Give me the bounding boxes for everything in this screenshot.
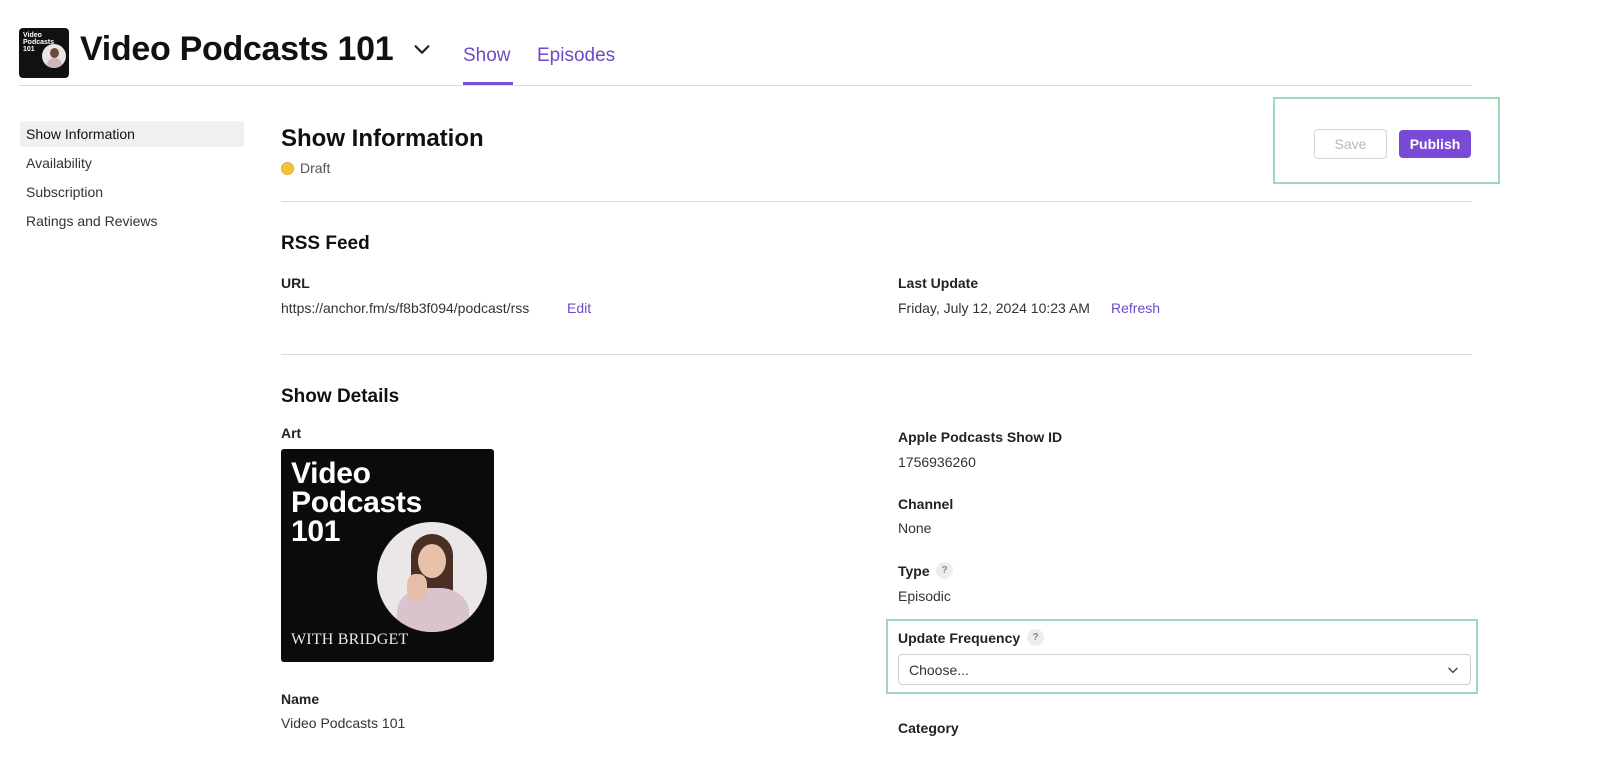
- page-title: Show Information: [281, 125, 484, 152]
- name-label: Name: [281, 691, 320, 707]
- refresh-link[interactable]: Refresh: [1111, 300, 1160, 316]
- category-label: Category: [898, 720, 959, 736]
- update-frequency-select[interactable]: Choose...: [898, 654, 1471, 685]
- edit-url-link[interactable]: Edit: [567, 300, 591, 316]
- sidebar-item-availability[interactable]: Availability: [20, 150, 244, 179]
- chevron-down-icon[interactable]: [411, 38, 433, 60]
- update-frequency-value: Choose...: [909, 661, 969, 678]
- update-frequency-label: Update Frequency: [898, 630, 1021, 646]
- section-divider: [281, 354, 1472, 355]
- sidebar-item-ratings-and-reviews[interactable]: Ratings and Reviews: [20, 208, 244, 237]
- section-divider: [281, 201, 1472, 202]
- chevron-down-icon: [1448, 667, 1458, 673]
- type-label: Type: [898, 563, 930, 579]
- tab-show[interactable]: Show: [463, 45, 511, 67]
- url-value: https://anchor.fm/s/f8b3f094/podcast/rss: [281, 300, 530, 316]
- show-logo: Video Podcasts 101: [19, 28, 69, 78]
- type-value: Episodic: [898, 588, 951, 604]
- publish-button[interactable]: Publish: [1399, 130, 1471, 158]
- last-update-value: Friday, July 12, 2024 10:23 AM: [898, 300, 1090, 316]
- channel-value: None: [898, 520, 932, 536]
- help-icon[interactable]: ?: [1027, 629, 1044, 646]
- tab-episodes[interactable]: Episodes: [537, 45, 615, 67]
- sidebar-item-show-information[interactable]: Show Information: [20, 121, 244, 147]
- rss-feed-heading: RSS Feed: [281, 233, 370, 254]
- url-label: URL: [281, 275, 310, 291]
- apple-id-value: 1756936260: [898, 454, 976, 470]
- show-artwork[interactable]: Video Podcasts 101 WITH BRIDGET: [281, 449, 494, 662]
- status-label: Draft: [300, 160, 331, 176]
- sidebar-nav: Show Information Availability Subscripti…: [20, 121, 244, 237]
- status-badge: Draft: [281, 160, 330, 176]
- show-title: Video Podcasts 101: [80, 30, 394, 68]
- help-icon[interactable]: ?: [936, 562, 953, 579]
- header-divider: [19, 85, 1472, 86]
- sidebar-item-subscription[interactable]: Subscription: [20, 179, 244, 208]
- artwork-subtitle: WITH BRIDGET: [291, 631, 409, 648]
- show-details-heading: Show Details: [281, 386, 400, 407]
- artwork-portrait: [377, 522, 487, 632]
- name-value: Video Podcasts 101: [281, 715, 406, 731]
- logo-portrait: [42, 44, 66, 68]
- apple-id-label: Apple Podcasts Show ID: [898, 429, 1063, 445]
- save-button[interactable]: Save: [1314, 129, 1387, 159]
- art-label: Art: [281, 425, 302, 441]
- status-dot-icon: [281, 161, 294, 175]
- channel-label: Channel: [898, 496, 954, 512]
- last-update-label: Last Update: [898, 275, 979, 291]
